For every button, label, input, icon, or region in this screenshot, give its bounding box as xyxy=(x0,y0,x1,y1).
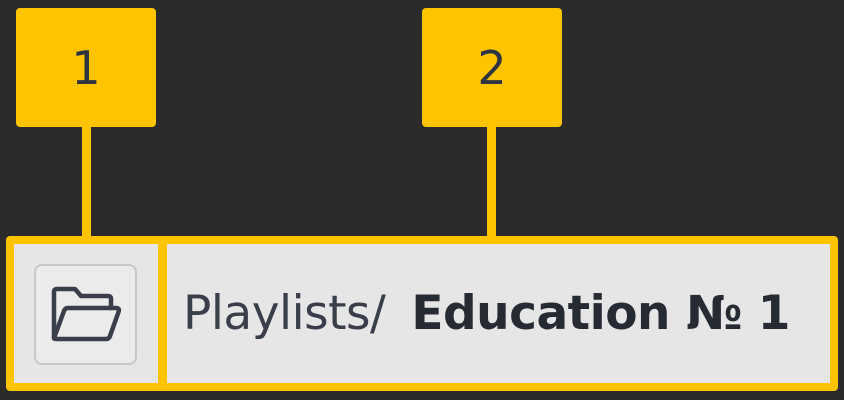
folder-cell xyxy=(14,244,167,383)
playlist-path-bar: Playlists/ Education № 1 xyxy=(6,236,838,391)
breadcrumb-current-playlist: Education № 1 xyxy=(411,286,790,341)
callout-1-connector xyxy=(82,125,91,237)
callout-2: 2 xyxy=(422,8,562,127)
open-folder-button[interactable] xyxy=(34,264,137,365)
callout-1-number: 1 xyxy=(71,40,101,95)
callout-1: 1 xyxy=(16,8,156,127)
callout-2-number: 2 xyxy=(477,40,507,95)
breadcrumb: Playlists/ Education № 1 xyxy=(167,244,830,383)
breadcrumb-parent-link[interactable]: Playlists/ xyxy=(183,286,386,341)
callout-2-connector xyxy=(487,125,496,237)
folder-open-icon xyxy=(51,286,121,341)
